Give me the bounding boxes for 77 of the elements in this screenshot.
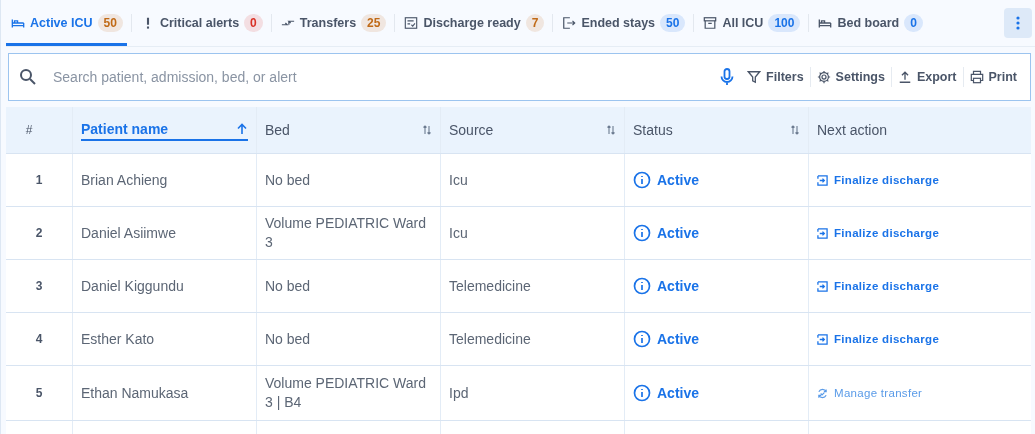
count-badge: 0 — [904, 14, 923, 32]
toolbar-button[interactable]: Export — [894, 68, 960, 86]
status-text: Active — [657, 383, 700, 403]
table-cell: Ipd — [449, 383, 469, 403]
status-text: Active — [657, 170, 700, 190]
count-badge: 50 — [97, 14, 123, 32]
table-cell: Esther Kato — [81, 329, 155, 349]
table-cell-text: Volume PEDIATRIC Ward 3 — [265, 214, 428, 252]
count-badge: 100 — [768, 14, 801, 32]
toolbar-button[interactable]: Print — [966, 68, 1020, 86]
action-link[interactable]: Finalize discharge — [817, 170, 940, 190]
column-header: Next action — [817, 120, 888, 140]
row-number: 1 — [35, 171, 43, 189]
action-link[interactable]: Finalize discharge — [817, 223, 940, 243]
info-icon — [633, 277, 651, 295]
tab[interactable]: Critical alerts 0 — [135, 0, 267, 46]
enter-icon — [817, 333, 828, 345]
tab[interactable]: All ICU 100 — [698, 0, 805, 46]
archive-icon — [703, 16, 718, 30]
status-text: Active — [657, 276, 700, 296]
row-number: 2 — [35, 224, 43, 242]
column-header[interactable]: Source — [449, 120, 616, 140]
kebab-menu-icon — [1016, 15, 1020, 31]
table-cell: Brian Achieng — [81, 170, 168, 190]
enter-icon — [817, 174, 828, 186]
search-icon — [19, 68, 37, 86]
filter-icon — [747, 70, 762, 84]
table-cell: No bed — [265, 276, 311, 296]
enter-icon — [817, 227, 828, 239]
count-badge: 0 — [244, 14, 263, 32]
column-header[interactable]: Patient name — [81, 119, 248, 141]
tab[interactable]: Transfers 25 — [275, 0, 391, 46]
toolbar-button[interactable]: Filters — [744, 68, 807, 86]
status-text: Active — [657, 329, 700, 349]
table-cell: No bed — [265, 170, 311, 190]
column-header[interactable]: Bed — [265, 120, 432, 140]
sort-icon — [790, 124, 800, 136]
sort-icon — [422, 124, 432, 136]
row-number: 3 — [35, 277, 43, 295]
table-cell: Telemedicine — [449, 329, 531, 349]
action-link[interactable]: Finalize discharge — [817, 276, 940, 296]
tab[interactable]: Bed board 0 — [813, 0, 927, 46]
upload-icon — [897, 70, 912, 84]
info-icon — [633, 224, 651, 242]
info-icon — [633, 330, 651, 348]
table-cell: Icu — [449, 223, 468, 243]
column-header: # — [25, 121, 33, 139]
refresh-icon — [817, 387, 828, 399]
settings-icon — [816, 70, 831, 84]
checklist-icon — [404, 16, 419, 30]
table-cell: Daniel Asiimwe — [81, 223, 176, 243]
action-link[interactable]: Finalize discharge — [817, 329, 940, 349]
row-number: 5 — [35, 384, 43, 402]
table-cell-text: Volume PEDIATRIC Ward 3 | B4 — [265, 374, 428, 412]
sort-ascending-icon — [236, 123, 248, 135]
table-cell: Daniel Kiggundu — [81, 276, 184, 296]
table-cell: Telemedicine — [449, 276, 531, 296]
exit-icon — [562, 16, 577, 30]
toolbar-button[interactable]: Settings — [813, 68, 888, 86]
printer-icon — [969, 70, 984, 84]
row-number: 4 — [35, 330, 43, 348]
info-icon — [633, 384, 651, 402]
count-badge: 50 — [660, 14, 686, 32]
tab[interactable]: Active ICU 50 — [6, 0, 127, 46]
enter-icon — [817, 280, 828, 292]
microphone-icon[interactable] — [720, 68, 735, 86]
sort-icon — [606, 124, 616, 136]
tab[interactable]: Discharge ready 7 — [399, 0, 549, 46]
count-badge: 7 — [525, 14, 545, 32]
column-header[interactable]: Status — [633, 120, 800, 140]
count-badge: 25 — [361, 14, 387, 32]
status-text: Active — [657, 223, 700, 243]
tab[interactable]: Ended stays 50 — [557, 0, 690, 46]
table-cell: Icu — [449, 170, 468, 190]
info-icon — [633, 171, 651, 189]
table-cell: No bed — [265, 329, 311, 349]
table-cell: Ethan Namukasa — [81, 383, 189, 403]
